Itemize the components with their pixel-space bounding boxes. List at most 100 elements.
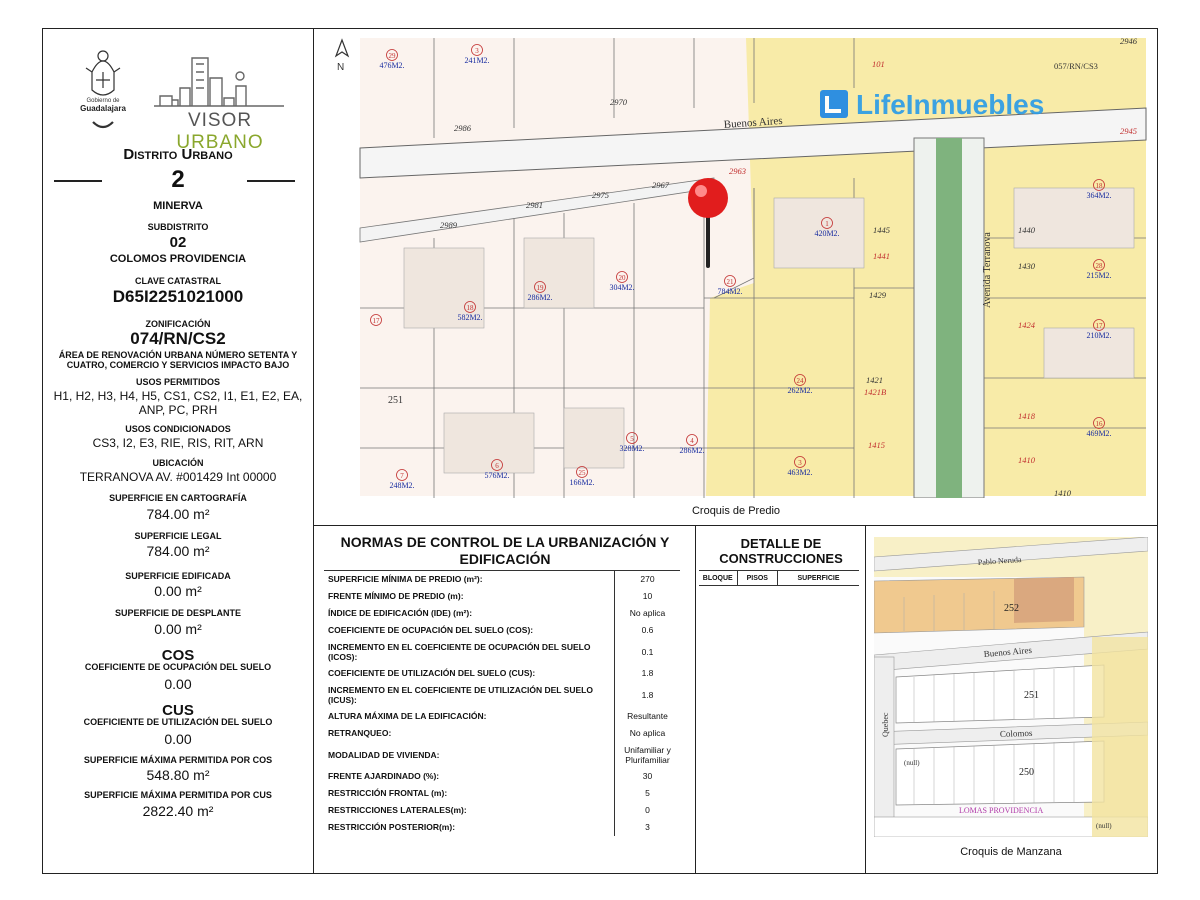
lot-number: 28	[1096, 262, 1104, 270]
svg-text:N: N	[337, 62, 344, 73]
street-number: 1415	[868, 440, 885, 450]
sup-edificada-label: SUPERFICIE EDIFICADA	[125, 571, 231, 581]
subdistrito-number: 02	[169, 234, 187, 251]
manzana-map[interactable]: Pablo Neruda Buenos Aires Colomos Quebec…	[873, 536, 1149, 838]
sup-legal: 784.00 m²	[146, 543, 210, 559]
norm-row: COEFICIENTE DE UTILIZACIÓN DEL SUELO (CU…	[324, 664, 680, 682]
norm-label: RESTRICCIONES LATERALES(m):	[328, 805, 467, 815]
svg-text:Guadalajara: Guadalajara	[80, 104, 126, 113]
lot-number: 3	[798, 459, 802, 467]
norm-label: FRENTE AJARDINADO (%):	[328, 771, 440, 781]
svg-text:LifeInmuebles: LifeInmuebles	[856, 89, 1044, 120]
lot-area: 262M2.	[787, 386, 812, 395]
norm-value: 1.8	[614, 664, 680, 682]
norm-row: FRENTE AJARDINADO (%): 30	[324, 767, 680, 785]
norm-value: 0.6	[614, 621, 680, 639]
street-number: 2989	[440, 220, 458, 230]
norm-row: COEFICIENTE DE OCUPACIÓN DEL SUELO (COS)…	[324, 621, 680, 639]
north-arrow-icon: N	[334, 38, 350, 73]
norm-label: SUPERFICIE MÍNIMA DE PREDIO (m²):	[328, 574, 483, 585]
street-number: 1441	[873, 251, 890, 261]
norm-row: FRENTE MÍNIMO DE PREDIO (m): 10	[324, 587, 680, 605]
norm-label: ÍNDICE DE EDIFICACIÓN (IDE) (m²):	[328, 608, 473, 618]
lot-area: 166M2.	[569, 478, 594, 487]
lot-number: 5	[630, 435, 634, 443]
lot-area: 304M2.	[609, 283, 634, 292]
subdistrito-name: COLOMOS PROVIDENCIA	[109, 253, 247, 265]
street-number: 1440	[1018, 225, 1036, 235]
norm-row: ÍNDICE DE EDIFICACIÓN (IDE) (m²): No apli…	[324, 604, 680, 622]
lot-area: 364M2.	[1086, 191, 1111, 200]
lot-number: 19	[537, 284, 545, 292]
lot-number: 6	[495, 462, 499, 470]
norm-value: No aplica	[614, 724, 680, 742]
norm-row: RETRANQUEO: No aplica	[324, 724, 680, 742]
max-cus: 2822.40 m²	[142, 803, 214, 819]
max-cos: 548.80 m²	[146, 767, 210, 783]
col-pisos: PISOS	[738, 571, 779, 585]
lot-number: 18	[467, 304, 475, 312]
info-panel: Gobierno de Guadalajara VISOR URBANO Dis…	[42, 28, 314, 874]
street-number: 2945	[1120, 126, 1137, 136]
clave-catastral: D65I2251021000	[112, 287, 244, 306]
lot-number: 29	[389, 52, 397, 60]
norm-value: No aplica	[614, 604, 680, 622]
lot-area: 286M2.	[679, 446, 704, 455]
lot-area: 582M2.	[457, 313, 482, 322]
lot-number: 7	[400, 472, 404, 480]
block-number: 251	[388, 395, 403, 406]
lot-number: 4	[690, 437, 694, 445]
street-colomos: Colomos	[1000, 728, 1033, 739]
street-number: 1429	[869, 290, 887, 300]
norm-value: 3	[614, 818, 680, 836]
norm-label: COEFICIENTE DE UTILIZACIÓN DEL SUELO (CU…	[328, 668, 536, 678]
max-cus-label: SUPERFICIE MÁXIMA PERMITIDA POR CUS	[84, 790, 272, 800]
lot-area: 469M2.	[1086, 429, 1111, 438]
ubicacion: TERRANOVA AV. #001429 Int 00000	[79, 470, 277, 484]
norm-row: INCREMENTO EN EL COEFICIENTE DE UTILIZAC…	[324, 681, 680, 708]
colonia-label: LOMAS PROVIDENCIA	[959, 806, 1043, 815]
lot-number: 24	[797, 377, 805, 385]
street-number: 1410	[1054, 488, 1072, 498]
street-number: 2981	[526, 200, 543, 210]
col-superficie: SUPERFICIE	[797, 574, 840, 582]
lot-number: 20	[619, 274, 627, 282]
norm-value: 10	[614, 587, 680, 605]
norm-value: 0	[614, 801, 680, 819]
norm-value: 30	[614, 767, 680, 785]
street-number: 2986	[454, 123, 472, 133]
map-caption: Croquis de Predio	[691, 505, 781, 517]
col-bloque: BLOQUE	[699, 571, 738, 585]
lot-area: 210M2.	[1086, 331, 1111, 340]
norm-value: Resultante	[614, 707, 680, 725]
lot-number: 16	[1096, 420, 1104, 428]
zone-code: 057/RN/CS3	[1054, 61, 1098, 71]
norm-row: RESTRICCIONES LATERALES(m): 0	[324, 801, 680, 819]
predio-map[interactable]: 29 476M2. 3 241M2. 1 420M2. 18 364M2. 28 215M2. 17…	[314, 28, 1158, 526]
street-number: 1424	[1018, 320, 1036, 330]
usos-permitidos: H1, H2, H3, H4, H5, CS1, CS2, I1, E1, E2…	[53, 389, 303, 417]
detail-panel: DETALLE DE CONSTRUCCIONES BLOQUE PISOS S…	[696, 526, 866, 874]
detail-table-header: BLOQUE PISOS SUPERFICIE	[699, 570, 859, 586]
distrito-number: 2	[171, 166, 185, 193]
street-number: 1430	[1018, 261, 1036, 271]
norm-label: INCREMENTO EN EL COEFICIENTE DE OCUPACIÓ…	[328, 641, 591, 662]
norm-label: MODALIDAD DE VIVIENDA:	[328, 749, 440, 760]
street-number: 1410	[1018, 455, 1036, 465]
norm-row: ALTURA MÁXIMA DE LA EDIFICACIÓN: Resultan…	[324, 707, 680, 725]
sup-edificada: 0.00 m²	[154, 583, 202, 599]
norm-row: INCREMENTO EN EL COEFICIENTE DE OCUPACIÓ…	[324, 638, 680, 665]
lot-number: 21	[727, 278, 735, 286]
lot-number: 1	[825, 220, 829, 228]
visor-urbano-logo: VISOR URBANO	[150, 48, 290, 153]
usos-condicionados-label: USOS CONDICIONADOS	[125, 424, 231, 434]
block-252: 252	[1004, 603, 1019, 614]
subdistrito-label: SUBDISTRITO	[147, 222, 209, 232]
sup-cartografia: 784.00 m²	[146, 506, 210, 522]
norms-panel: NORMAS DE CONTROL DE LA URBANIZACIÓN Y E…	[314, 526, 696, 874]
street-number: 2975	[592, 190, 609, 200]
usos-condicionados: CS3, I2, E3, RIE, RIS, RIT, ARN	[92, 436, 264, 450]
cus-value: 0.00	[164, 731, 192, 747]
lot-area: 286M2.	[527, 293, 552, 302]
norm-row: RESTRICCIÓN POSTERIOR(m): 3	[324, 818, 680, 836]
